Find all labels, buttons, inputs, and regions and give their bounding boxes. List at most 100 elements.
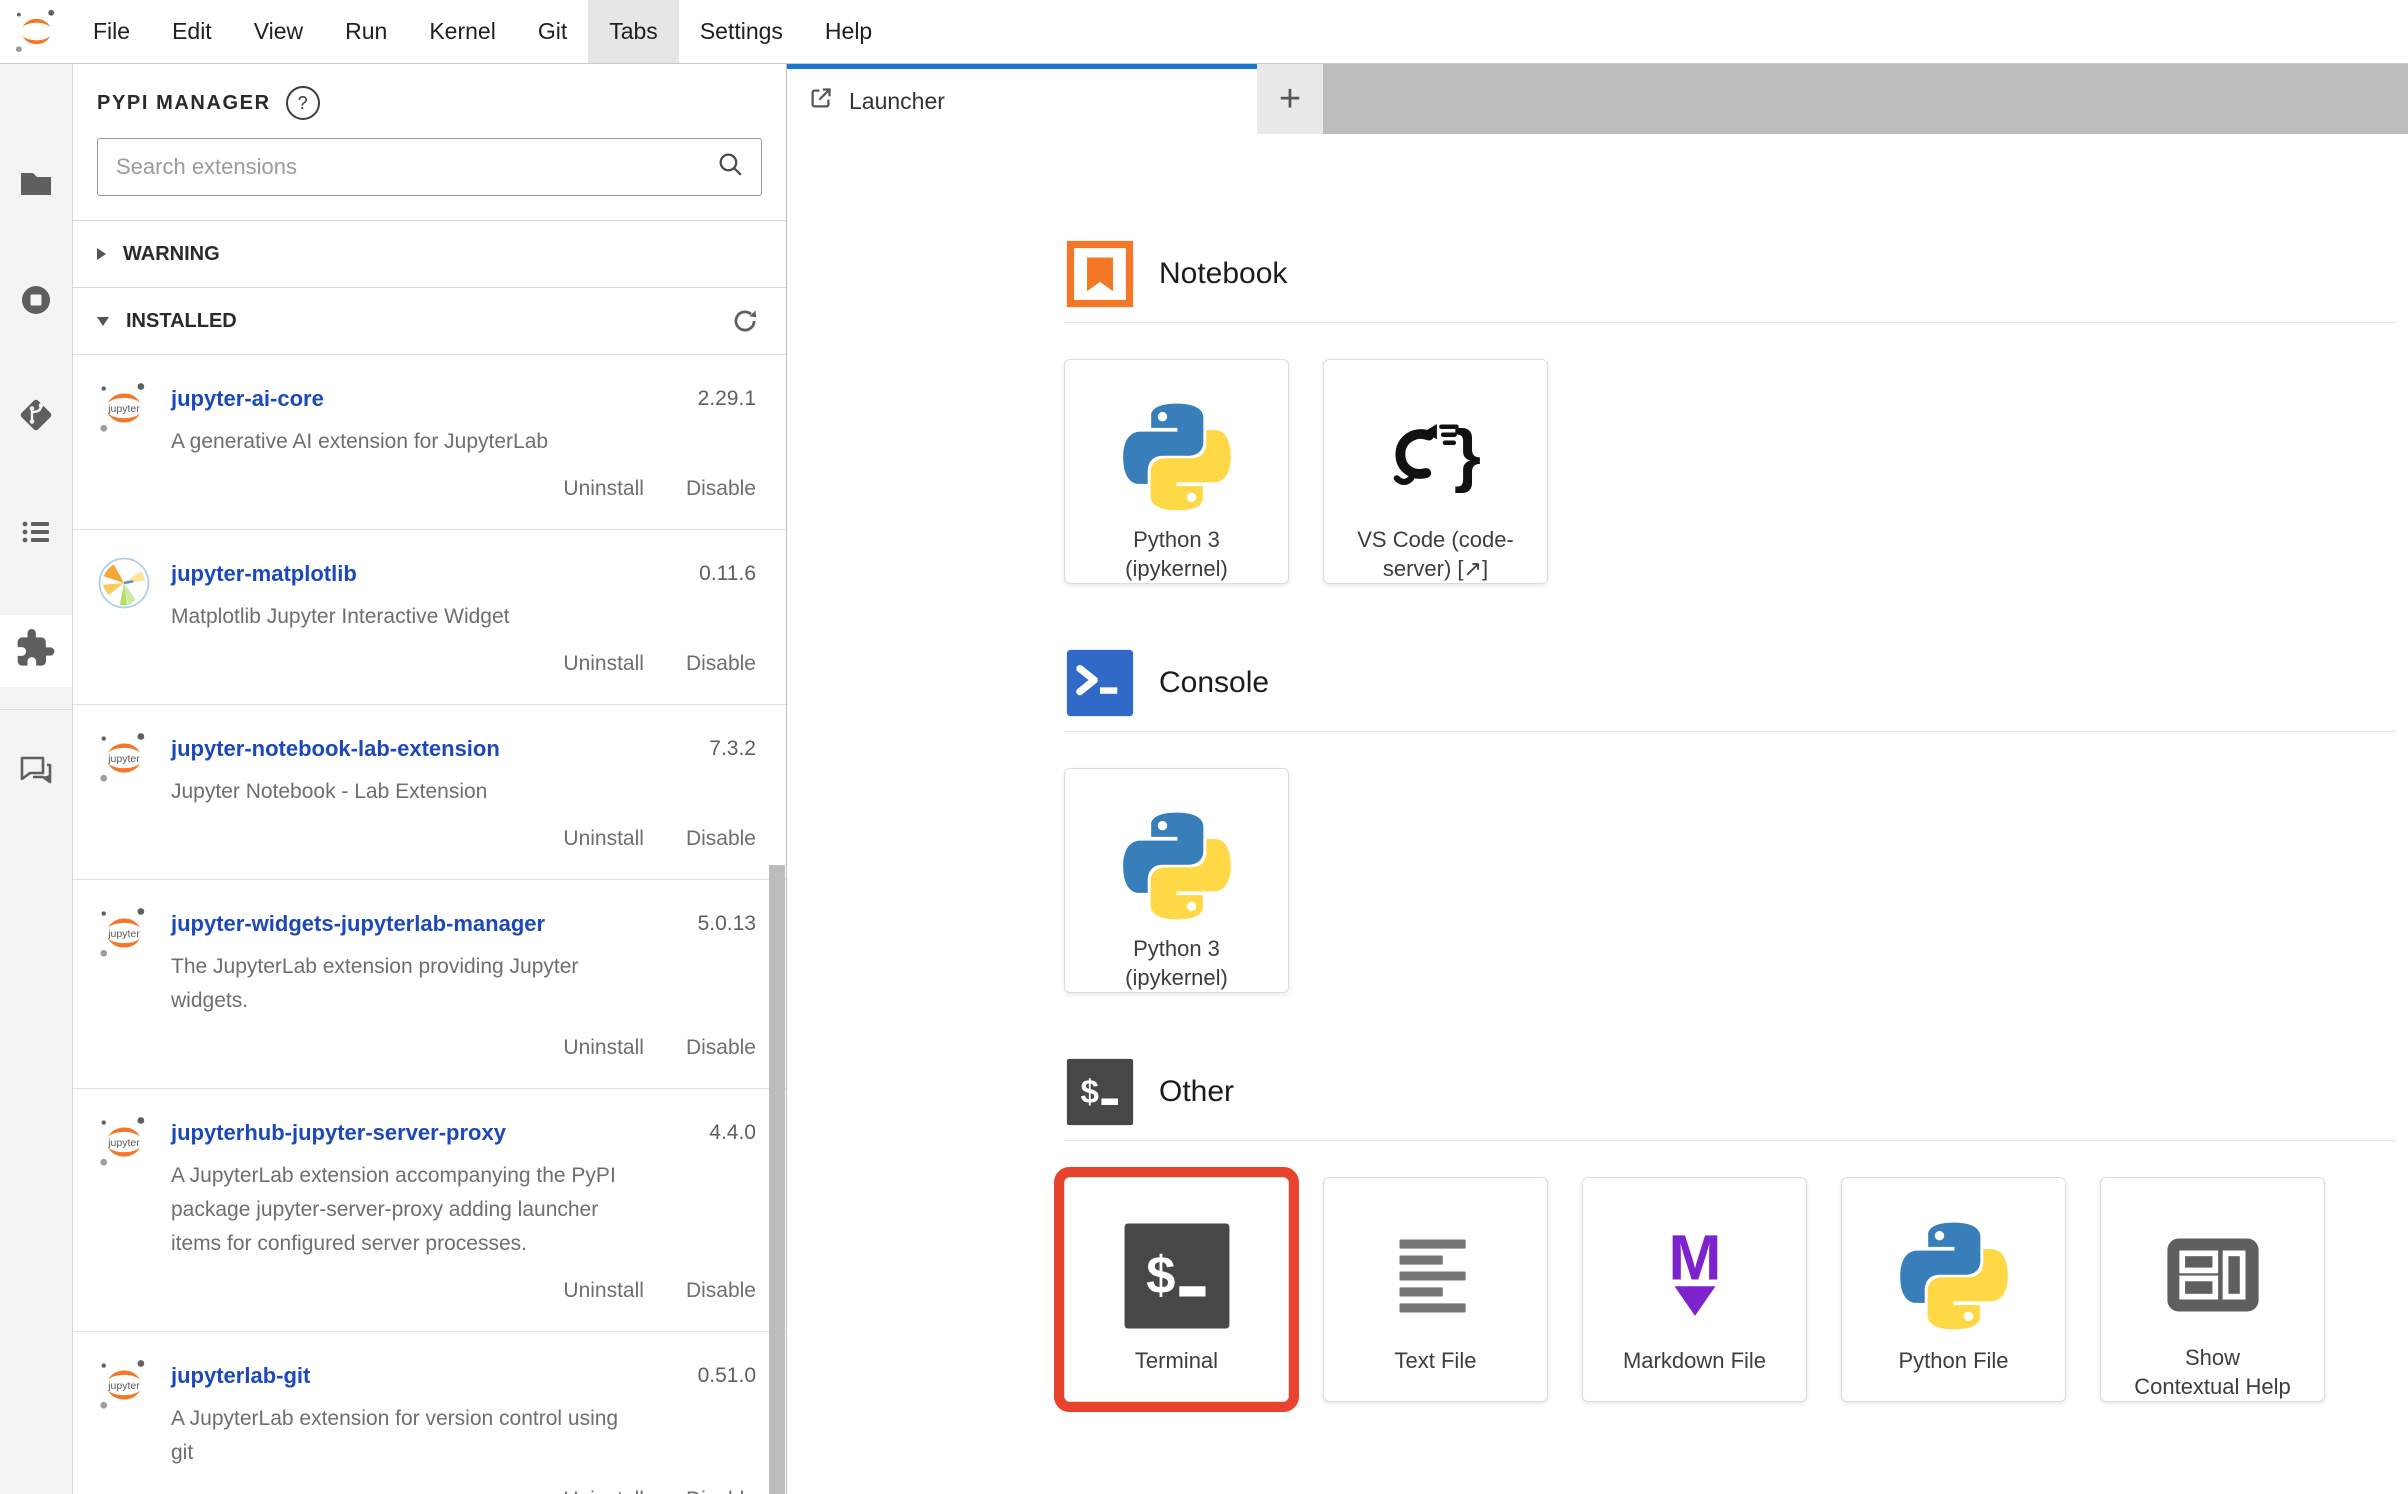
jupyter-icon: jupyter	[97, 906, 151, 1066]
search-icon	[716, 150, 761, 184]
search-row	[73, 132, 786, 220]
python-icon	[1120, 396, 1234, 517]
extension-name-link[interactable]: jupyterhub-jupyter-server-proxy	[171, 1115, 506, 1151]
dock-table-of-contents[interactable]	[0, 498, 72, 570]
tab-launcher-label: Launcher	[849, 88, 945, 115]
extension-row: jupyter jupyterlab-git 0.51.0 A JupyterL…	[73, 1331, 786, 1494]
extension-name-link[interactable]: jupyter-matplotlib	[171, 556, 357, 592]
dock-chat[interactable]	[0, 736, 72, 808]
extension-name-link[interactable]: jupyter-ai-core	[171, 381, 324, 417]
launcher-card-text-file[interactable]: Text File	[1323, 1177, 1548, 1402]
card-row: Python 3 (ipykernel) } VS Code (code- se…	[1064, 359, 2396, 584]
extension-name-link[interactable]: jupyter-notebook-lab-extension	[171, 731, 500, 767]
extension-name-link[interactable]: jupyterlab-git	[171, 1358, 310, 1394]
extension-version: 0.51.0	[688, 1364, 756, 1388]
section-warning[interactable]: WARNING	[73, 220, 786, 287]
card-label: Python File	[1898, 1346, 2008, 1375]
refresh-icon[interactable]	[730, 306, 760, 336]
terminal-icon: $	[1120, 1214, 1234, 1338]
menu-item-help[interactable]: Help	[804, 0, 893, 63]
section-installed-label: INSTALLED	[126, 310, 237, 333]
uninstall-button[interactable]: Uninstall	[563, 1488, 644, 1494]
disable-button[interactable]: Disable	[686, 652, 756, 682]
launcher-card-show[interactable]: Show Contextual Help	[2100, 1177, 2325, 1402]
launcher-section-other: $ Other $ Terminal Text File M Markdown …	[1064, 1056, 2396, 1402]
main-area: Launcher + Notebook Python 3 (ipykernel)…	[787, 64, 2408, 1494]
menu-item-edit[interactable]: Edit	[151, 0, 233, 63]
new-tab-button[interactable]: +	[1257, 64, 1323, 134]
menu-item-tabs[interactable]: Tabs	[588, 0, 679, 63]
menu-item-view[interactable]: View	[233, 0, 324, 63]
contextualhelp-icon	[2156, 1214, 2270, 1335]
svg-text:jupyter: jupyter	[107, 1380, 140, 1392]
launcher-card-terminal[interactable]: $ Terminal	[1064, 1177, 1289, 1402]
search-extensions-box	[97, 138, 762, 196]
extension-description: Matplotlib Jupyter Interactive Widget	[171, 600, 626, 634]
help-icon[interactable]: ?	[286, 86, 320, 120]
svg-text:$: $	[1146, 1247, 1175, 1305]
extension-description: Jupyter Notebook - Lab Extension	[171, 775, 626, 809]
collapsed-caret-icon	[97, 248, 106, 260]
extension-name-link[interactable]: jupyter-widgets-jupyterlab-manager	[171, 906, 545, 942]
markdown-icon: M	[1638, 1214, 1752, 1338]
svg-text:jupyter: jupyter	[107, 403, 140, 415]
menu-item-file[interactable]: File	[72, 0, 151, 63]
extension-main: jupyterlab-git 0.51.0 A JupyterLab exten…	[171, 1358, 756, 1494]
extension-description: A generative AI extension for JupyterLab	[171, 425, 626, 459]
launcher-card-python-3[interactable]: Python 3 (ipykernel)	[1064, 768, 1289, 993]
dock-file-browser[interactable]	[0, 150, 72, 222]
python-icon	[1120, 805, 1234, 926]
menu-item-settings[interactable]: Settings	[679, 0, 804, 63]
extension-row: jupyter jupyterhub-jupyter-server-proxy …	[73, 1088, 786, 1331]
card-label: VS Code (code- server) [↗]	[1357, 525, 1514, 583]
menu-item-kernel[interactable]: Kernel	[408, 0, 516, 63]
extension-row: jupyter jupyter-widgets-jupyterlab-manag…	[73, 879, 786, 1088]
disable-button[interactable]: Disable	[686, 477, 756, 507]
disable-button[interactable]: Disable	[686, 1488, 756, 1494]
extension-version: 5.0.13	[688, 912, 756, 936]
extension-main: jupyter-matplotlib 0.11.6 Matplotlib Jup…	[171, 556, 756, 682]
disable-button[interactable]: Disable	[686, 1279, 756, 1309]
card-row: $ Terminal Text File M Markdown File Pyt…	[1064, 1177, 2396, 1402]
section-header: $ Other	[1064, 1056, 2396, 1128]
card-label: Text File	[1395, 1346, 1477, 1375]
launcher-card-markdown-file[interactable]: M Markdown File	[1582, 1177, 1807, 1402]
matplotlib-icon	[97, 556, 151, 682]
extension-row: jupyter-matplotlib 0.11.6 Matplotlib Jup…	[73, 529, 786, 704]
disable-button[interactable]: Disable	[686, 827, 756, 857]
menu-item-git[interactable]: Git	[517, 0, 588, 63]
extension-description: A JupyterLab extension for version contr…	[171, 1402, 626, 1470]
svg-text:M: M	[1668, 1221, 1721, 1293]
uninstall-button[interactable]: Uninstall	[563, 1036, 644, 1066]
menu-items: FileEditViewRunKernelGitTabsSettingsHelp	[72, 0, 893, 63]
uninstall-button[interactable]: Uninstall	[563, 477, 644, 507]
section-header: Console	[1064, 647, 2396, 719]
jupyter-icon: jupyter	[97, 731, 151, 857]
python-icon	[1897, 1214, 2011, 1338]
uninstall-button[interactable]: Uninstall	[563, 1279, 644, 1309]
launcher-card-python-file[interactable]: Python File	[1841, 1177, 2066, 1402]
svg-text:}: }	[1453, 415, 1480, 493]
section-installed[interactable]: INSTALLED	[73, 287, 786, 354]
jupyter-logo-icon	[0, 8, 72, 55]
uninstall-button[interactable]: Uninstall	[563, 652, 644, 682]
launcher-card-python-3[interactable]: Python 3 (ipykernel)	[1064, 359, 1289, 584]
console-icon	[1064, 647, 1136, 719]
terminal-icon: $	[1064, 1056, 1136, 1128]
extension-description: A JupyterLab extension accompanying the …	[171, 1159, 626, 1261]
panel-scrollbar[interactable]	[769, 865, 785, 1494]
extension-description: The JupyterLab extension providing Jupyt…	[171, 950, 626, 1018]
tab-launcher[interactable]: Launcher	[787, 64, 1257, 134]
launcher-card-vs-code-code-[interactable]: } VS Code (code- server) [↗]	[1323, 359, 1548, 584]
menu-item-run[interactable]: Run	[324, 0, 408, 63]
card-label: Python 3 (ipykernel)	[1125, 525, 1228, 583]
search-input[interactable]	[98, 154, 716, 180]
section-title: Notebook	[1159, 257, 1287, 291]
disable-button[interactable]: Disable	[686, 1036, 756, 1066]
uninstall-button[interactable]: Uninstall	[563, 827, 644, 857]
dock-extension-manager[interactable]	[0, 615, 72, 687]
dock-running-kernels[interactable]	[0, 266, 72, 338]
dock-git[interactable]	[0, 381, 72, 453]
card-row: Python 3 (ipykernel)	[1064, 768, 2396, 993]
git-icon	[16, 395, 56, 440]
